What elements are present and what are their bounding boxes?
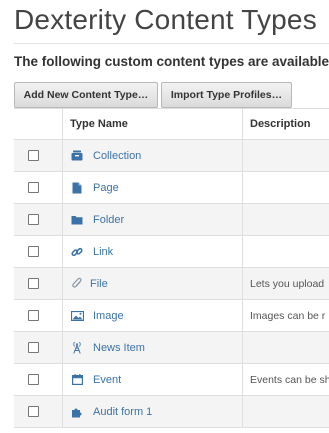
table-row: Link	[14, 236, 329, 268]
row-select-cell	[14, 172, 62, 203]
type-name-label: Collection	[93, 149, 142, 162]
row-select-cell	[14, 332, 62, 363]
page-icon	[70, 181, 84, 195]
row-checkbox[interactable]	[27, 182, 39, 193]
table-row: Audit form 1	[14, 396, 329, 428]
type-link-link[interactable]: Link	[70, 245, 113, 259]
add-content-type-button[interactable]: Add New Content Type…	[14, 82, 158, 108]
row-select-cell	[14, 204, 62, 235]
table-header-row: Type Name Description	[14, 109, 329, 140]
type-name-cell: Collection	[62, 140, 242, 171]
row-select-cell	[14, 396, 62, 427]
link-icon	[70, 245, 84, 259]
type-name-cell: Link	[62, 236, 242, 267]
type-name-label: Event	[93, 373, 122, 386]
description-cell	[242, 236, 329, 267]
description-cell	[242, 332, 329, 363]
type-link-news-item[interactable]: News Item	[70, 341, 145, 355]
row-checkbox[interactable]	[27, 374, 39, 385]
type-name-label: Audit form 1	[93, 405, 153, 418]
row-checkbox[interactable]	[27, 278, 39, 289]
row-select-cell	[14, 268, 62, 299]
type-name-cell: Audit form 1	[62, 396, 242, 427]
type-name-cell: Page	[62, 172, 242, 203]
import-type-profiles-button[interactable]: Import Type Profiles…	[161, 82, 292, 108]
page: Dexterity Content Types The following cu…	[0, 0, 329, 433]
table-row: File Lets you upload	[14, 268, 329, 300]
content-types-table: Type Name Description Collection Page Fo…	[14, 108, 329, 428]
paperclip-icon	[70, 277, 84, 291]
table-row: Event Events can be sh	[14, 364, 329, 396]
type-link-page[interactable]: Page	[70, 181, 119, 195]
image-icon	[70, 309, 84, 323]
type-name-label: News Item	[93, 341, 145, 354]
type-name-cell: News Item	[62, 332, 242, 363]
row-checkbox[interactable]	[27, 246, 39, 257]
page-description: The following custom content types are a…	[14, 54, 329, 69]
row-select-cell	[14, 300, 62, 331]
description-cell	[242, 396, 329, 427]
row-checkbox[interactable]	[27, 150, 39, 161]
type-name-label: Folder	[93, 213, 125, 226]
type-link-audit-form-1[interactable]: Audit form 1	[70, 405, 152, 419]
select-column-header	[14, 109, 62, 139]
type-name-label: Link	[93, 245, 114, 258]
description-cell: Images can be r	[242, 300, 329, 331]
folder-icon	[70, 213, 84, 227]
type-name-cell: Image	[62, 300, 242, 331]
table-row: Collection	[14, 140, 329, 172]
row-checkbox[interactable]	[27, 214, 39, 225]
row-select-cell	[14, 236, 62, 267]
row-select-cell	[14, 140, 62, 171]
type-name-cell: Event	[62, 364, 242, 395]
table-row: News Item	[14, 332, 329, 364]
table-row: Page	[14, 172, 329, 204]
type-name-cell: Folder	[62, 204, 242, 235]
type-name-label: File	[90, 277, 108, 290]
type-link-file[interactable]: File	[70, 277, 108, 291]
description-column-header: Description	[242, 109, 329, 139]
type-link-event[interactable]: Event	[70, 373, 121, 387]
type-name-label: Image	[93, 309, 124, 322]
description-text: Lets you upload	[250, 277, 325, 290]
row-checkbox[interactable]	[27, 342, 39, 353]
description-cell	[242, 204, 329, 235]
row-checkbox[interactable]	[27, 406, 39, 417]
description-text: Images can be r	[250, 309, 326, 322]
calendar-icon	[70, 373, 84, 387]
description-cell: Events can be sh	[242, 364, 329, 395]
description-cell	[242, 172, 329, 203]
type-name-column-header: Type Name	[62, 109, 242, 139]
type-name-cell: File	[62, 268, 242, 299]
description-cell: Lets you upload	[242, 268, 329, 299]
puzzle-icon	[70, 405, 84, 419]
type-name-label: Page	[93, 181, 119, 194]
collection-icon	[70, 149, 84, 163]
description-cell	[242, 140, 329, 171]
page-title: Dexterity Content Types	[14, 4, 317, 35]
type-link-folder[interactable]: Folder	[70, 213, 124, 227]
row-select-cell	[14, 364, 62, 395]
table-row: Image Images can be r	[14, 300, 329, 332]
table-row: Folder	[14, 204, 329, 236]
type-link-image[interactable]: Image	[70, 309, 124, 323]
news-antenna-icon	[70, 341, 84, 355]
type-link-collection[interactable]: Collection	[70, 149, 141, 163]
title-divider	[14, 43, 329, 44]
description-text: Events can be sh	[250, 373, 329, 386]
row-checkbox[interactable]	[27, 310, 39, 321]
